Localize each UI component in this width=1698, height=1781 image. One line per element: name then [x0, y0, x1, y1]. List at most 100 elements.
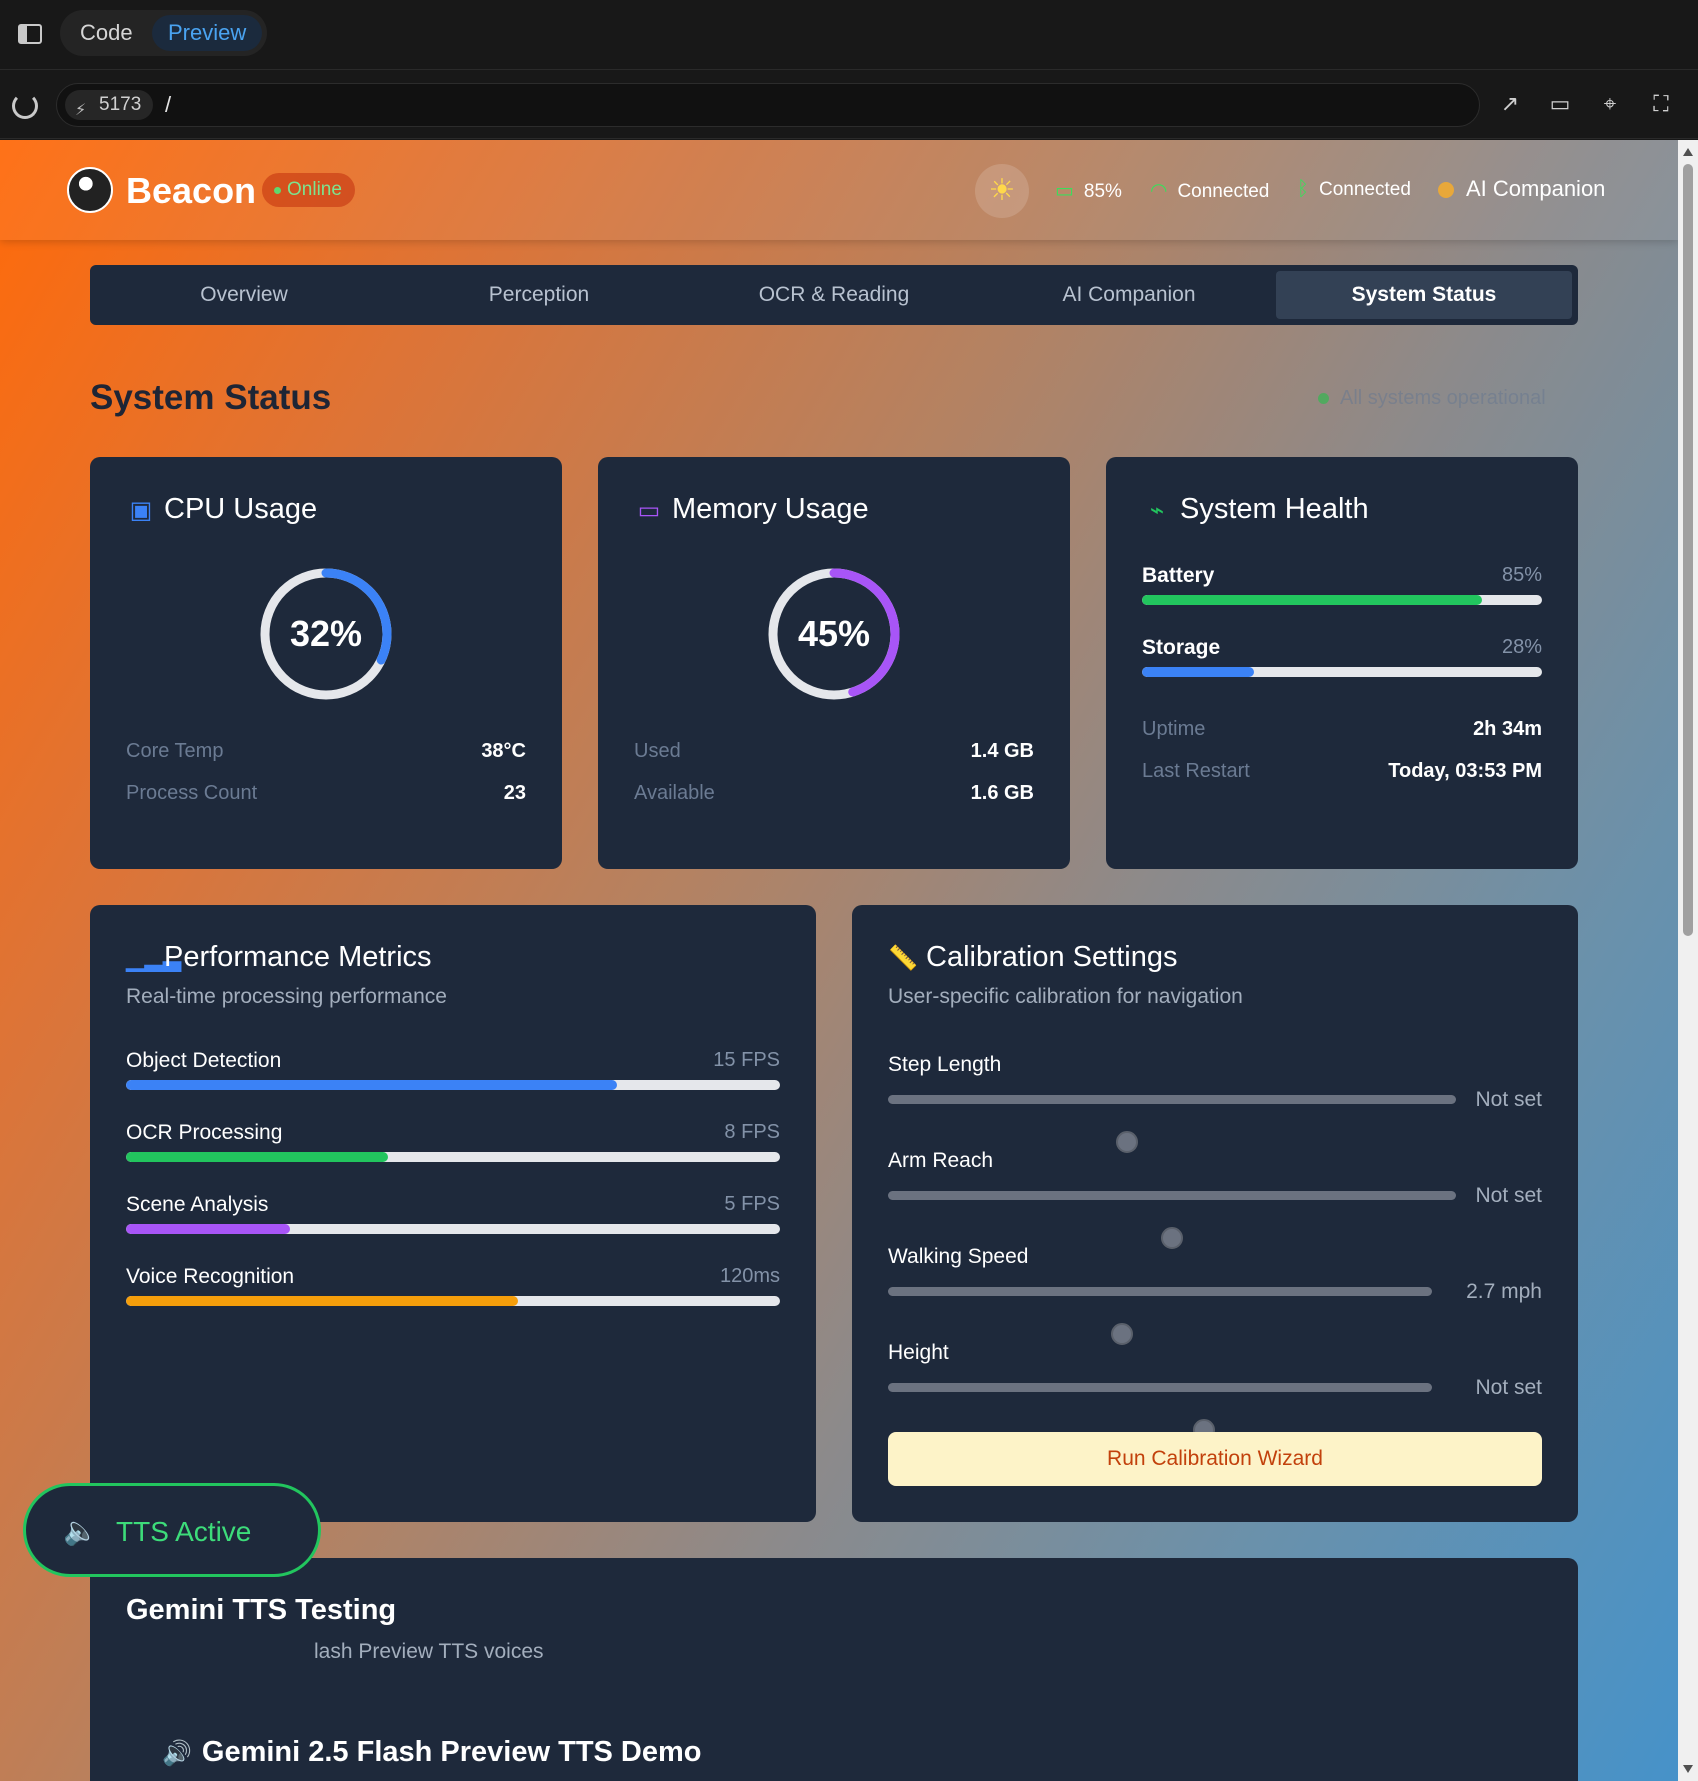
- performance-card: ▁▂▃Performance Metrics Real-time process…: [90, 905, 816, 1522]
- fullscreen-icon[interactable]: ⛶: [1648, 92, 1674, 116]
- view-switcher: Code Preview: [60, 10, 267, 56]
- arm-reach-slider[interactable]: Arm Reach Not set: [888, 1149, 1542, 1249]
- memory-used-value: 1.4 GB: [970, 740, 1034, 762]
- companion-status-dot: [1438, 182, 1454, 198]
- uptime-value: 2h 34m: [1473, 718, 1542, 740]
- height-track[interactable]: [888, 1383, 1432, 1441]
- calibration-title: 📏 Calibration Settings: [888, 941, 1177, 974]
- walking-speed-slider[interactable]: Walking Speed 2.7 mph: [888, 1245, 1542, 1345]
- battery-status: ▭ 85%: [1055, 178, 1122, 203]
- tab-ai-companion[interactable]: AI Companion: [981, 271, 1277, 319]
- port-badge[interactable]: ⚡ 5173: [65, 90, 154, 120]
- cpu-core-temp-row: Core Temp 38°C: [126, 740, 526, 768]
- memory-available-label: Available: [634, 782, 715, 804]
- wifi-status: ◠ Connected: [1150, 178, 1269, 203]
- activity-pulse-icon: ⌁: [1149, 497, 1165, 524]
- memory-available-value: 1.6 GB: [970, 782, 1034, 804]
- object-detection-label: Object Detection: [126, 1049, 282, 1072]
- step-length-slider[interactable]: Step Length Not set: [888, 1053, 1542, 1153]
- object-detection-fill: [126, 1080, 617, 1090]
- walking-speed-value: 2.7 mph: [1466, 1280, 1542, 1303]
- sidebar-toggle-icon[interactable]: [18, 24, 42, 44]
- arm-reach-value: Not set: [1475, 1184, 1542, 1207]
- tab-overview[interactable]: Overview: [96, 271, 392, 319]
- system-health-title-text: System Health: [1180, 493, 1369, 525]
- tab-ocr-reading[interactable]: OCR & Reading: [686, 271, 982, 319]
- port-number: 5173: [99, 94, 142, 115]
- storage-fill: [1142, 667, 1254, 677]
- calibration-title-text: Calibration Settings: [926, 941, 1178, 973]
- battery-bar: Battery 85%: [1142, 564, 1542, 605]
- page-scrollbar[interactable]: [1678, 140, 1698, 1781]
- tts-active-label: TTS Active: [116, 1516, 252, 1547]
- memory-gauge: 45%: [765, 565, 903, 703]
- tab-perception[interactable]: Perception: [391, 271, 687, 319]
- calibration-card: 📏 Calibration Settings User-specific cali…: [852, 905, 1578, 1522]
- battery-status-value: 85%: [1083, 181, 1122, 202]
- scene-analysis-label: Scene Analysis: [126, 1193, 269, 1216]
- arm-reach-label: Arm Reach: [888, 1149, 994, 1172]
- url-path: /: [165, 92, 172, 117]
- memory-card-title: ▭ Memory Usage: [634, 493, 869, 526]
- object-detection-track: [126, 1080, 780, 1090]
- battery-label: Battery: [1142, 564, 1215, 587]
- walking-speed-label: Walking Speed: [888, 1245, 1029, 1268]
- reload-icon[interactable]: [12, 93, 38, 119]
- run-calibration-wizard-button[interactable]: Run Calibration Wizard: [888, 1432, 1542, 1486]
- step-length-track[interactable]: [888, 1095, 1456, 1153]
- storage-bar: Storage 28%: [1142, 636, 1542, 677]
- tab-system-status[interactable]: System Status: [1276, 271, 1572, 319]
- page-title: System Status: [90, 378, 332, 417]
- memory-used-row: Used 1.4 GB: [634, 740, 1034, 768]
- bluetooth-status: ᛒ Connected: [1297, 178, 1411, 201]
- theme-toggle-sun-icon[interactable]: ☀: [975, 164, 1029, 218]
- gemini-tts-title: Gemini TTS Testing: [126, 1594, 397, 1626]
- ocr-processing-bar: OCR Processing 8 FPS: [126, 1121, 780, 1162]
- tts-demo-title-text: Gemini 2.5 Flash Preview TTS Demo: [201, 1736, 702, 1768]
- scrollbar-thumb[interactable]: [1683, 164, 1693, 936]
- gemini-tts-subtitle: lash Preview TTS voices: [314, 1640, 544, 1663]
- scroll-down-arrow-icon[interactable]: [1683, 1765, 1693, 1773]
- last-restart-label: Last Restart: [1142, 760, 1250, 782]
- plug-icon: ⚡: [75, 102, 87, 119]
- battery-icon: ▭: [1055, 180, 1074, 202]
- scroll-up-arrow-icon[interactable]: [1683, 148, 1693, 156]
- bluetooth-status-value: Connected: [1319, 179, 1411, 200]
- last-restart-row: Last Restart Today, 03:53 PM: [1142, 760, 1542, 788]
- performance-subtitle: Real-time processing performance: [126, 985, 447, 1008]
- bar-chart-icon: ▁▂▃: [126, 945, 182, 972]
- inspect-cursor-icon[interactable]: ⌖: [1597, 92, 1623, 116]
- main-tabs: Overview Perception OCR & Reading AI Com…: [90, 265, 1578, 325]
- ocr-processing-value: 8 FPS: [724, 1121, 780, 1143]
- cpu-percent: 32%: [289, 613, 363, 654]
- wifi-status-value: Connected: [1177, 181, 1270, 202]
- bluetooth-icon: ᛒ: [1297, 178, 1309, 200]
- object-detection-value: 15 FPS: [713, 1049, 780, 1071]
- ai-companion-status[interactable]: AI Companion: [1438, 176, 1605, 202]
- systems-status-text: All systems operational: [1318, 387, 1546, 409]
- arm-reach-track[interactable]: [888, 1191, 1456, 1249]
- preview-tab[interactable]: Preview: [152, 15, 263, 51]
- walking-speed-track[interactable]: [888, 1287, 1432, 1345]
- voice-recognition-value: 120ms: [719, 1265, 780, 1287]
- tts-active-badge[interactable]: 🔈 TTS Active: [23, 1483, 321, 1577]
- uptime-row: Uptime 2h 34m: [1142, 718, 1542, 746]
- open-external-icon[interactable]: ↗: [1497, 92, 1523, 116]
- device-toggle-icon[interactable]: ▭: [1547, 92, 1573, 116]
- cpu-card-title-text: CPU Usage: [164, 493, 318, 525]
- scene-analysis-value: 5 FPS: [724, 1193, 780, 1215]
- cpu-card-title: ▣ CPU Usage: [126, 493, 317, 526]
- hard-drive-icon: ▭: [637, 497, 661, 524]
- address-bar: ⚡ 5173 /: [0, 71, 1698, 139]
- step-length-label: Step Length: [888, 1053, 1002, 1076]
- storage-track: [1142, 667, 1542, 677]
- step-length-value: Not set: [1475, 1088, 1542, 1111]
- uptime-label: Uptime: [1142, 718, 1206, 740]
- cpu-gauge: 32%: [257, 565, 395, 703]
- url-field[interactable]: ⚡ 5173 /: [56, 83, 1480, 127]
- app-header: Beacon Online ☀ ▭ 85% ◠ Connected ᛒ Connect…: [0, 140, 1678, 240]
- code-tab[interactable]: Code: [64, 15, 149, 51]
- ocr-processing-fill: [126, 1152, 388, 1162]
- height-slider[interactable]: Height Not set: [888, 1341, 1542, 1441]
- memory-used-label: Used: [634, 740, 681, 762]
